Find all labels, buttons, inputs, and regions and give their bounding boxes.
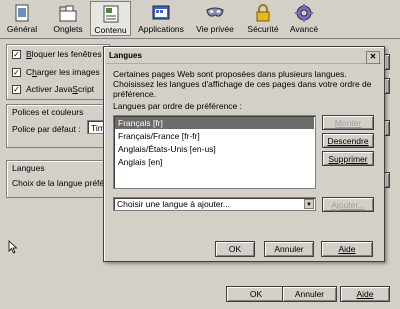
tab-security[interactable]: Sécurité <box>243 1 283 36</box>
block-popups-checkbox[interactable]: ✓ <box>12 50 21 59</box>
default-font-label: Police par défaut : <box>12 124 81 134</box>
tab-advanced[interactable]: Avancé <box>286 1 322 36</box>
languages-group: Langues Choix de la langue préfé <box>6 160 110 198</box>
main-ok-button[interactable]: OK <box>226 286 286 302</box>
language-list-item[interactable]: Anglais/États-Unis [en-us] <box>115 143 314 155</box>
language-list-label: Langues par ordre de préférence : <box>113 101 243 111</box>
tab-tabs[interactable]: Onglets <box>50 1 86 36</box>
languages-description: Choix de la langue préfé <box>12 178 105 188</box>
dialog-titlebar[interactable]: Langues ✕ <box>106 49 382 64</box>
tab-applications[interactable]: Applications <box>136 1 186 36</box>
tab-security-label: Sécurité <box>247 24 279 34</box>
chevron-down-icon[interactable]: ▼ <box>304 199 314 209</box>
tab-advanced-label: Avancé <box>289 24 319 34</box>
language-preference-list[interactable]: Français [fr] Français/France [fr-fr] An… <box>113 115 316 189</box>
language-list-item[interactable]: Anglais [en] <box>115 156 314 168</box>
dialog-ok-button[interactable]: OK <box>215 241 255 257</box>
privacy-mask-icon <box>206 7 224 17</box>
tab-tabs-label: Onglets <box>53 24 83 34</box>
move-up-button[interactable]: Monter <box>322 115 374 130</box>
tab-general[interactable]: Général <box>4 1 40 36</box>
fonts-colors-group: Polices et couleurs Police par défaut : … <box>6 104 110 148</box>
block-popups-label: Bloquer les fenêtres <box>26 49 102 59</box>
general-icon <box>15 4 29 22</box>
enable-javascript-checkbox[interactable]: ✓ <box>12 85 21 94</box>
enable-javascript-label: Activer JavaScript <box>26 84 95 94</box>
language-list-item[interactable]: Français [fr] <box>115 117 314 129</box>
dialog-cancel-button[interactable]: Annuler <box>264 241 314 257</box>
lock-icon <box>256 4 270 22</box>
load-images-checkbox[interactable]: ✓ <box>12 68 21 77</box>
tabs-icon <box>59 5 77 22</box>
tab-content[interactable]: Contenu <box>90 1 131 36</box>
tab-privacy-label: Vie privée <box>196 24 234 34</box>
dialog-intro-text: Certaines pages Web sont proposées dans … <box>113 69 372 99</box>
tab-privacy[interactable]: Vie privée <box>192 1 238 36</box>
load-images-label: Charger les images <box>26 67 100 77</box>
remove-button[interactable]: Supprimer <box>322 151 374 166</box>
languages-title: Langues <box>12 163 45 173</box>
content-icon <box>103 5 118 23</box>
main-cancel-button[interactable]: Annuler <box>282 286 337 302</box>
tab-applications-label: Applications <box>138 24 184 34</box>
add-language-select[interactable]: Choisir une langue à ajouter... ▼ <box>113 197 316 211</box>
add-language-button[interactable]: Ajouter... <box>322 197 374 212</box>
applications-icon <box>152 5 170 20</box>
languages-dialog: Langues ✕ Certaines pages Web sont propo… <box>103 46 385 262</box>
move-down-button[interactable]: Descendre <box>322 133 374 148</box>
gear-icon <box>295 4 313 22</box>
language-list-item[interactable]: Français/France [fr-fr] <box>115 130 314 142</box>
main-help-button[interactable]: Aide <box>340 286 390 302</box>
content-options-group: ✓ Bloquer les fenêtres ✓ Charger les ima… <box>6 44 110 100</box>
preferences-toolbar: Général Onglets Contenu Applications Vie… <box>0 0 400 39</box>
close-icon[interactable]: ✕ <box>366 51 380 64</box>
fonts-colors-title: Polices et couleurs <box>12 107 84 117</box>
dialog-help-button[interactable]: Aide <box>321 241 373 257</box>
tab-content-label: Contenu <box>94 25 127 35</box>
mouse-cursor-icon <box>8 240 18 254</box>
dialog-title: Langues <box>109 51 142 60</box>
add-language-select-value: Choisir une langue à ajouter... <box>117 199 230 209</box>
tab-general-label: Général <box>6 24 38 34</box>
